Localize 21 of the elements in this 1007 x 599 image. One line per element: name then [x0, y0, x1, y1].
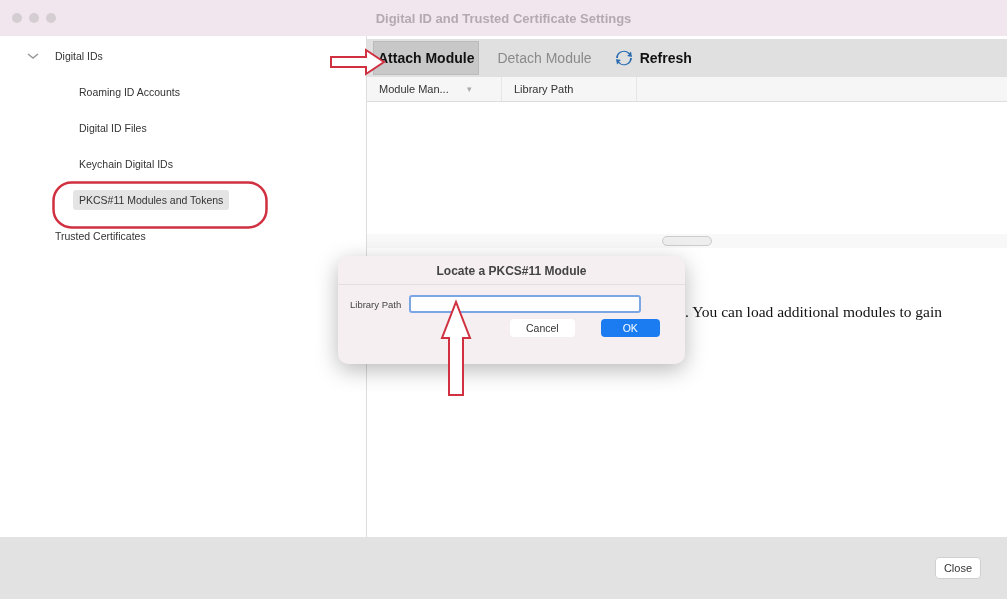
window-title: Digital ID and Trusted Certificate Settings: [375, 10, 632, 26]
column-header[interactable]: Module Man... ▾: [367, 77, 502, 101]
sidebar-item[interactable]: Digital ID Files: [73, 118, 153, 138]
splitter-handle[interactable]: [662, 236, 712, 246]
library-path-field[interactable]: [409, 295, 642, 313]
sidebar-item[interactable]: Digital IDs: [49, 46, 109, 66]
dialog-title: Locate a PKCS#11 Module: [436, 264, 587, 278]
column-header[interactable]: Library Path: [502, 77, 637, 101]
field-label: Library Path: [350, 298, 402, 310]
sidebar-item[interactable]: Trusted Certificates: [49, 226, 152, 246]
cancel-button[interactable]: Cancel: [510, 319, 575, 337]
sidebar-item[interactable]: Roaming ID Accounts: [73, 82, 186, 102]
sidebar-item[interactable]: Keychain Digital IDs: [73, 154, 179, 174]
toolbar-button[interactable]: Attach Module: [373, 41, 480, 75]
refresh-icon: [613, 48, 634, 68]
body-text: . You can load additional modules to gain: [685, 303, 942, 320]
close-button[interactable]: Close: [934, 557, 981, 579]
chevron-icon[interactable]: [26, 51, 40, 61]
toolbar-button[interactable]: Refresh: [609, 40, 696, 76]
sidebar-item[interactable]: PKCS#11 Modules and Tokens: [73, 190, 230, 210]
ok-button[interactable]: OK: [600, 319, 660, 337]
